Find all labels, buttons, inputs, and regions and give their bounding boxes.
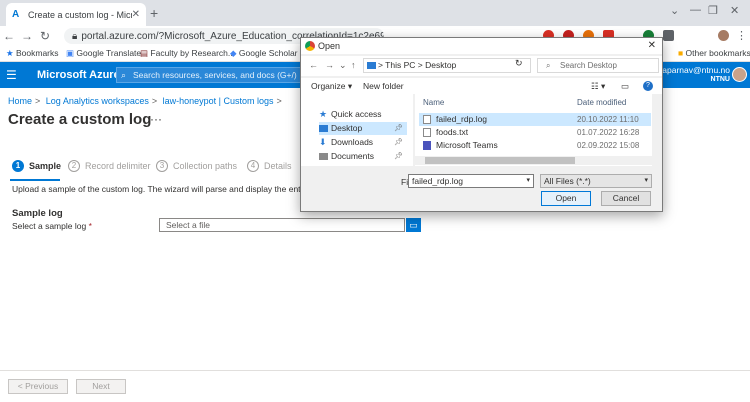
- browser-tab[interactable]: A Create a custom log - Microsofi ✕: [6, 3, 146, 26]
- path-this-pc[interactable]: This PC: [385, 60, 415, 70]
- search-icon: ⌕: [121, 70, 127, 80]
- file-row[interactable]: Microsoft Teams 02.09.2022 15:08: [419, 139, 651, 152]
- user-org: NTNU: [710, 76, 730, 83]
- close-tab-icon[interactable]: ✕: [132, 9, 140, 20]
- breadcrumb-home[interactable]: Home: [8, 96, 32, 106]
- navigation-tree: ★ Quick access Desktop 📌︎ ⬇ Downloads 📌︎ Doc…: [301, 94, 413, 166]
- dialog-nav: ← → ⌄ ↑ > This PC > Desktop ↻ ⌕ Search De…: [301, 56, 662, 76]
- user-email: aparnav@ntnu.no: [662, 65, 730, 75]
- minimize-icon[interactable]: —: [690, 4, 701, 16]
- bookmark-item[interactable]: ★ Bookmarks: [6, 48, 59, 59]
- new-tab-icon[interactable]: +: [150, 5, 158, 21]
- file-list: Name Date modified failed_rdp.log 20.10.2…: [415, 94, 662, 166]
- file-input[interactable]: Select a file: [159, 218, 405, 232]
- dialog-toolbar: Organize ▾ New folder ☷ ▾ ▭ ?: [301, 78, 662, 94]
- help-icon[interactable]: ?: [643, 81, 653, 91]
- tree-quick-access[interactable]: ★ Quick access: [319, 108, 407, 121]
- chevron-down-icon: ▾: [526, 177, 530, 184]
- step-sample[interactable]: 1 Sample: [12, 160, 61, 172]
- file-row[interactable]: failed_rdp.log 20.10.2022 11:10: [419, 113, 651, 126]
- close-icon[interactable]: ✕: [648, 38, 656, 54]
- file-type-select[interactable]: All Files (*.*) ▾: [540, 174, 652, 188]
- new-folder-button[interactable]: New folder: [363, 81, 404, 91]
- lock-icon: 🔒︎: [72, 30, 78, 42]
- avatar[interactable]: [732, 67, 747, 82]
- path-desktop[interactable]: Desktop: [425, 60, 456, 70]
- chevron-down-icon[interactable]: ⌄: [339, 60, 347, 71]
- other-bookmarks[interactable]: ■ Other bookmarks: [678, 48, 750, 58]
- close-window-icon[interactable]: ✕: [730, 4, 739, 17]
- dialog-title-bar: Open ✕: [301, 38, 662, 54]
- up-icon[interactable]: ↑: [351, 60, 356, 70]
- description: Upload a sample of the custom log. The w…: [12, 184, 302, 194]
- open-button[interactable]: Open: [541, 191, 591, 206]
- organize-button[interactable]: Organize ▾: [311, 81, 352, 92]
- cancel-button[interactable]: Cancel: [601, 191, 651, 206]
- restore-icon[interactable]: ❐: [708, 4, 718, 17]
- bookmark-item[interactable]: ▤ Faculty by Research...: [140, 48, 235, 59]
- puzzle-icon[interactable]: [663, 30, 674, 41]
- chevron-down-icon: ▾: [644, 177, 648, 184]
- search-placeholder: Search resources, services, and docs (G+…: [133, 70, 297, 80]
- pin-icon: 📌︎: [394, 153, 403, 160]
- horizontal-scrollbar[interactable]: [415, 156, 652, 165]
- preview-pane-icon[interactable]: ▭: [621, 81, 629, 92]
- step-collection-paths[interactable]: 3 Collection paths: [156, 160, 237, 172]
- forward-icon[interactable]: →: [325, 60, 334, 70]
- column-name[interactable]: Name: [423, 98, 444, 107]
- pin-icon: 📌︎: [394, 125, 403, 132]
- chevron-down-icon[interactable]: ⌄: [670, 4, 679, 17]
- menu-dots-icon[interactable]: ⋮: [736, 29, 747, 42]
- dialog-search-input[interactable]: ⌕ Search Desktop: [537, 58, 659, 73]
- breadcrumb: Home > Log Analytics workspaces > law-hone…: [8, 96, 282, 106]
- bookmark-item[interactable]: ◆ Google Scholar: [230, 48, 298, 59]
- browser-tab-bar: A Create a custom log - Microsofi ✕ + ⌄ …: [0, 0, 750, 26]
- back-icon[interactable]: ←: [0, 29, 18, 43]
- pin-icon: 📌︎: [394, 139, 403, 146]
- tree-desktop[interactable]: Desktop 📌︎: [319, 122, 407, 135]
- path-bar[interactable]: > This PC > Desktop: [363, 58, 531, 73]
- file-row[interactable]: foods.txt 01.07.2022 16:28: [419, 126, 651, 139]
- back-icon[interactable]: ←: [309, 60, 318, 70]
- azure-brand[interactable]: Microsoft Azure: [37, 69, 120, 81]
- profile-avatar[interactable]: [718, 30, 729, 41]
- file-icon: [423, 115, 431, 124]
- user-account[interactable]: aparnav@ntnu.no NTNU: [662, 66, 730, 84]
- vertical-scrollbar[interactable]: [652, 94, 662, 166]
- active-step-indicator: [10, 179, 60, 181]
- more-options-icon[interactable]: ···: [150, 112, 162, 126]
- field-label: Select a sample log *: [12, 221, 92, 231]
- pc-icon: [367, 62, 376, 69]
- breadcrumb-custom-logs[interactable]: law-honeypot | Custom logs: [163, 96, 274, 106]
- step-record-delimiter[interactable]: 2 Record delimiter: [68, 160, 151, 172]
- azure-search-input[interactable]: ⌕ Search resources, services, and docs (…: [116, 67, 311, 83]
- hamburger-menu-icon[interactable]: ☰: [6, 68, 17, 82]
- view-icon[interactable]: ☷ ▾: [591, 81, 605, 92]
- reload-icon[interactable]: ↻: [36, 29, 54, 43]
- teams-icon: [423, 141, 431, 150]
- file-icon: [423, 128, 431, 137]
- page-title: Create a custom log: [8, 111, 152, 128]
- refresh-icon[interactable]: ↻: [515, 58, 523, 69]
- tree-documents[interactable]: Documents 📌︎: [319, 150, 407, 163]
- folder-icon[interactable]: ▭: [406, 218, 421, 232]
- tree-downloads[interactable]: ⬇ Downloads 📌︎: [319, 136, 407, 149]
- section-header: Sample log: [12, 208, 63, 219]
- dialog-title: Open: [318, 41, 341, 51]
- forward-icon[interactable]: →: [18, 29, 36, 43]
- bookmark-item[interactable]: ▣ Google Translate: [66, 48, 141, 59]
- chrome-icon: [305, 41, 315, 51]
- file-name-input[interactable]: failed_rdp.log ▾: [408, 174, 534, 188]
- search-icon: ⌕: [546, 61, 551, 70]
- breadcrumb-workspaces[interactable]: Log Analytics workspaces: [46, 96, 149, 106]
- open-file-dialog: Open ✕ ← → ⌄ ↑ > This PC > Desktop ↻ ⌕ Se…: [300, 37, 663, 212]
- next-button[interactable]: Next: [76, 379, 126, 394]
- previous-button[interactable]: < Previous: [8, 379, 68, 394]
- tab-title: Create a custom log - Microsofi: [28, 9, 132, 20]
- column-date[interactable]: Date modified: [577, 98, 626, 107]
- step-details[interactable]: 4 Details: [247, 160, 292, 172]
- azure-favicon-icon: A: [12, 8, 20, 20]
